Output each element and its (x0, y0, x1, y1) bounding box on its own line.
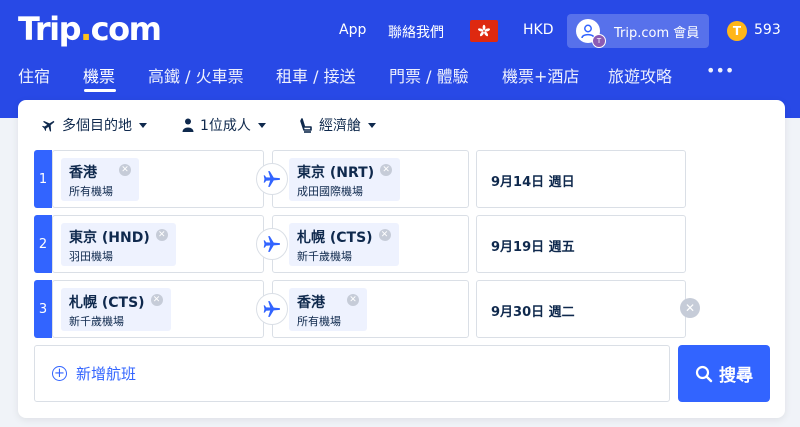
remove-segment-icon[interactable]: ✕ (680, 298, 700, 318)
departure-field[interactable]: 香港 所有機場 ✕ (52, 150, 264, 208)
departure-city-chip: 東京 (HND) 羽田機場 ✕ (61, 223, 176, 266)
departure-date: 9月30日 週二 (491, 305, 575, 320)
clear-icon[interactable]: ✕ (347, 294, 359, 306)
logo-text: Trip (18, 10, 81, 48)
date-field[interactable]: 9月19日 週五 (476, 215, 686, 273)
segment-number: 3 (34, 280, 52, 338)
search-icon (695, 365, 713, 382)
clear-icon[interactable]: ✕ (378, 229, 391, 241)
avatar: T (576, 19, 606, 48)
clear-icon[interactable]: ✕ (155, 229, 168, 241)
add-flight-label: 新增航班 (76, 365, 137, 383)
cabin-class-label: 經濟艙 (319, 118, 361, 134)
active-tab-indicator (84, 89, 116, 92)
flight-segment-3: 3 札幌 (CTS) 新千歲機場 ✕ 香港 所有機場 ✕ 9月30日 週二 (34, 280, 686, 338)
search-label: 搜尋 (719, 366, 753, 386)
search-button[interactable]: 搜尋 (678, 345, 770, 402)
clear-icon[interactable]: ✕ (380, 164, 393, 176)
departure-airport: 所有機場 (69, 185, 113, 198)
more-icon[interactable]: ••• (706, 61, 734, 80)
arrival-city-chip: 東京 (NRT) 成田國際機場 ✕ (289, 158, 401, 201)
member-label: Trip.com 會員 (614, 25, 700, 41)
nav-item-travel-guide[interactable]: 旅遊攻略 (608, 63, 672, 87)
chevron-down-icon (368, 122, 376, 128)
departure-city: 東京 (HND) (69, 230, 150, 246)
person-icon (182, 118, 194, 132)
departure-field[interactable]: 東京 (HND) 羽田機場 ✕ (52, 215, 264, 273)
arrival-field[interactable]: 東京 (NRT) 成田國際機場 ✕ (272, 150, 469, 208)
nav-item-flight-hotel[interactable]: 機票+酒店 (502, 63, 579, 87)
app-link[interactable]: App (339, 22, 366, 38)
trip-logo[interactable]: Trip.com (18, 10, 162, 48)
trip-coin-icon: T (727, 21, 747, 41)
nav-item-trains[interactable]: 高鐵 / 火車票 (148, 63, 244, 87)
arrival-city-chip: 香港 所有機場 ✕ (289, 288, 367, 331)
airplane-direction-icon[interactable] (256, 163, 288, 195)
arrival-airport: 所有機場 (297, 315, 341, 328)
airplane-direction-icon[interactable] (256, 228, 288, 260)
clear-icon[interactable]: ✕ (119, 164, 131, 176)
departure-date: 9月19日 週五 (491, 240, 575, 255)
passenger-label: 1位成人 (200, 118, 251, 134)
nav-item-flights[interactable]: 機票 (83, 63, 115, 87)
date-field[interactable]: 9月30日 週二 (476, 280, 686, 338)
arrival-airport: 新千歲機場 (297, 250, 352, 263)
departure-city-chip: 香港 所有機場 ✕ (61, 158, 139, 201)
hong-kong-flag-icon[interactable] (470, 20, 498, 42)
segment-number: 1 (34, 150, 52, 208)
flight-search-card: 多個目的地 1位成人 經濟艙 1 香港 所有機場 ✕ 東京 (NRT) 成田國際… (18, 100, 785, 418)
departure-airport: 新千歲機場 (69, 315, 124, 328)
points-count[interactable]: 593 (754, 22, 781, 38)
arrival-city: 香港 (297, 295, 325, 311)
nav-item-hotels[interactable]: 住宿 (18, 63, 50, 87)
plus-circle-icon: + (52, 366, 67, 381)
contact-link[interactable]: 聯絡我們 (388, 22, 444, 42)
arrival-field[interactable]: 香港 所有機場 ✕ (272, 280, 469, 338)
arrival-city: 東京 (NRT) (297, 165, 375, 181)
arrival-city-chip: 札幌 (CTS) 新千歲機場 ✕ (289, 223, 399, 266)
trip-type-dropdown[interactable]: 多個目的地 (42, 115, 147, 135)
date-field[interactable]: 9月14日 週日 (476, 150, 686, 208)
nav-item-attractions[interactable]: 門票 / 體驗 (389, 63, 469, 87)
arrival-field[interactable]: 札幌 (CTS) 新千歲機場 ✕ (272, 215, 469, 273)
trip-type-label: 多個目的地 (62, 118, 132, 134)
currency-selector[interactable]: HKD (523, 22, 554, 38)
chevron-down-icon (257, 122, 266, 128)
arrival-city: 札幌 (CTS) (297, 230, 373, 246)
passenger-dropdown[interactable]: 1位成人 (182, 115, 266, 135)
chevron-down-icon (139, 122, 147, 128)
clear-icon[interactable]: ✕ (150, 294, 163, 306)
segment-number: 2 (34, 215, 52, 273)
departure-field[interactable]: 札幌 (CTS) 新千歲機場 ✕ (52, 280, 264, 338)
departure-city-chip: 札幌 (CTS) 新千歲機場 ✕ (61, 288, 171, 331)
cabin-class-dropdown[interactable]: 經濟艙 (300, 115, 376, 135)
airplane-direction-icon[interactable] (256, 293, 288, 325)
member-button[interactable]: T Trip.com 會員 (567, 14, 709, 48)
departure-airport: 羽田機場 (69, 250, 113, 263)
arrival-airport: 成田國際機場 (297, 185, 363, 198)
seat-icon (300, 117, 312, 133)
logo-text-com: com (90, 10, 162, 48)
flight-segment-1: 1 香港 所有機場 ✕ 東京 (NRT) 成田國際機場 ✕ 9月14日 週日 (34, 150, 686, 208)
departure-date: 9月14日 週日 (491, 175, 575, 190)
flight-segment-2: 2 東京 (HND) 羽田機場 ✕ 札幌 (CTS) 新千歲機場 ✕ 9月19日… (34, 215, 686, 273)
plane-icon (42, 120, 55, 132)
member-tier-badge: T (592, 34, 606, 48)
add-flight-button[interactable]: + 新增航班 (34, 345, 670, 402)
nav-item-car-rental[interactable]: 租車 / 接送 (276, 63, 356, 87)
logo-dot: . (79, 10, 92, 48)
departure-city: 香港 (69, 165, 97, 181)
departure-city: 札幌 (CTS) (69, 295, 145, 311)
